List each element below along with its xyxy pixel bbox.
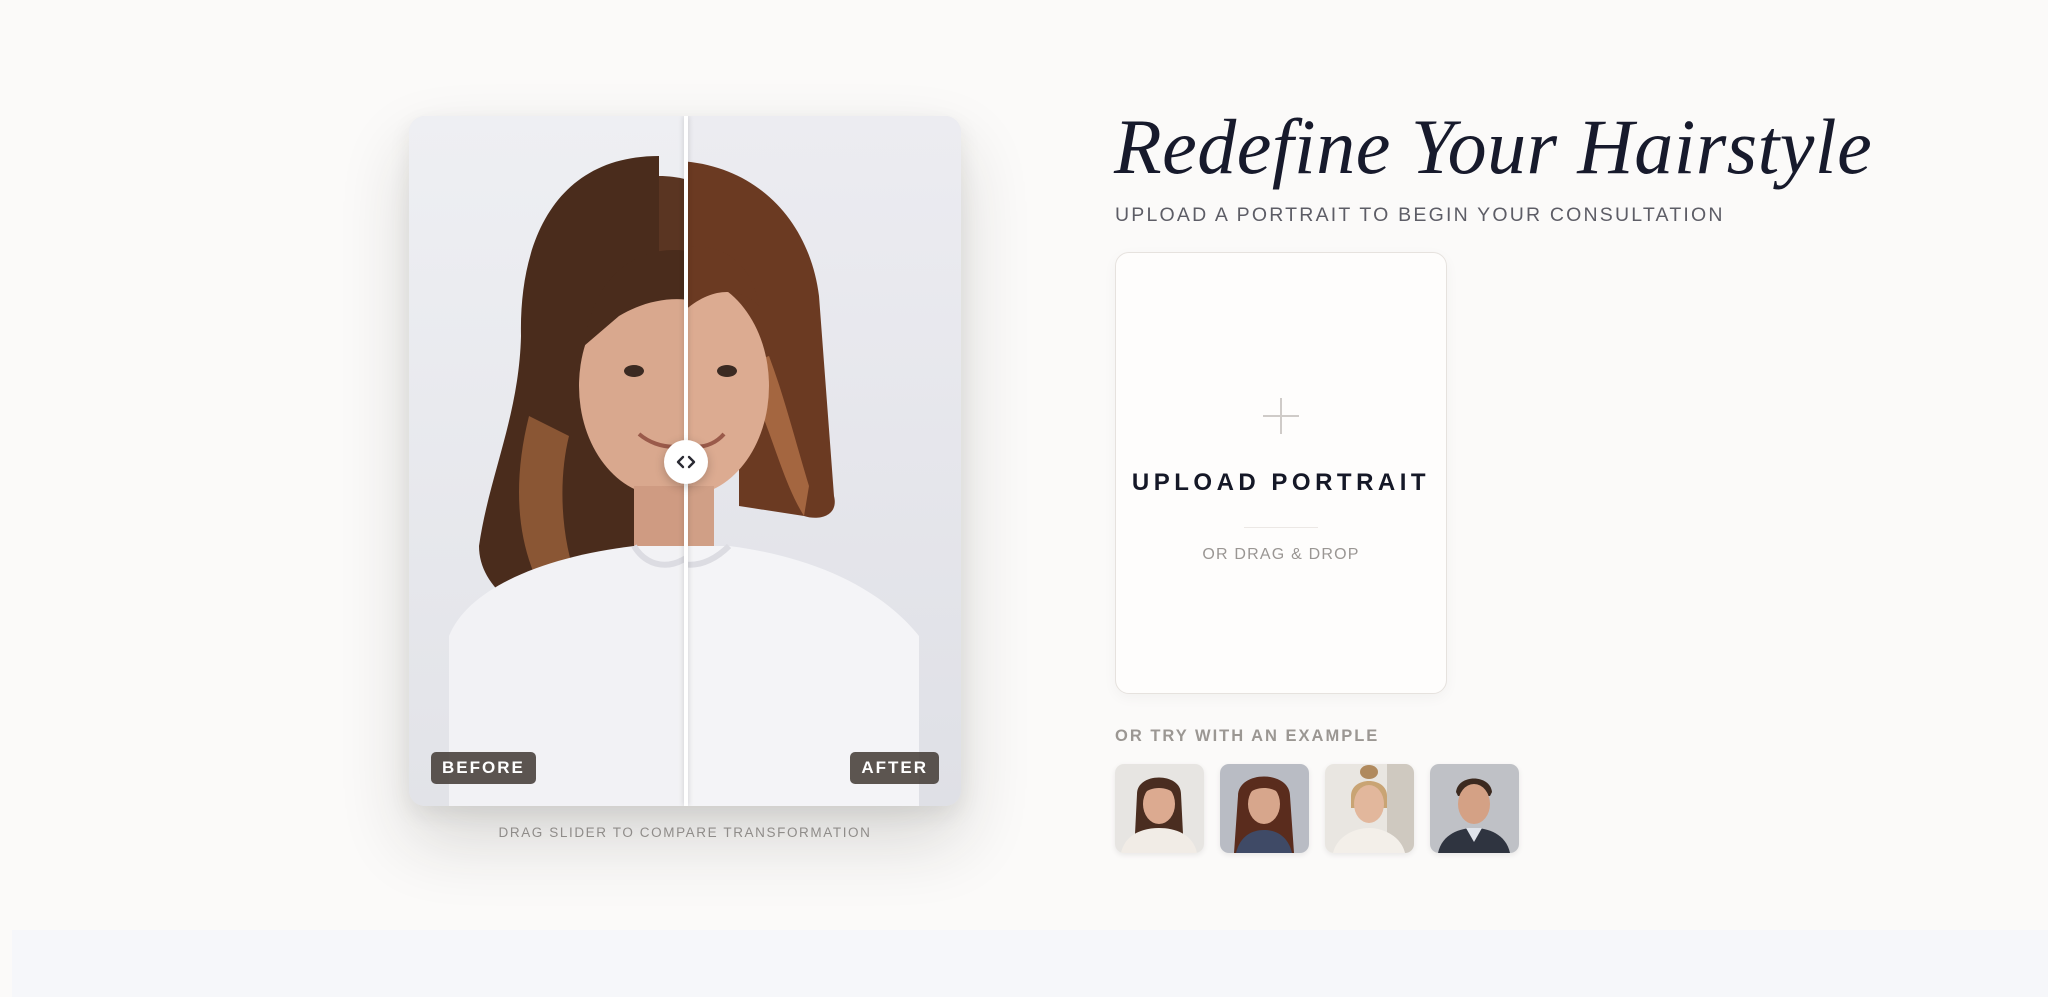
example-portrait-3-image (1325, 764, 1414, 853)
next-section-band (12, 930, 2048, 997)
example-thumbnail-2[interactable] (1220, 764, 1309, 853)
example-thumbnail-1[interactable] (1115, 764, 1204, 853)
upload-portrait-label: UPLOAD PORTRAIT (1131, 469, 1431, 496)
page-subtitle: UPLOAD A PORTRAIT TO BEGIN YOUR CONSULTA… (1115, 204, 1725, 226)
example-portrait-4-image (1430, 764, 1519, 853)
after-image (686, 116, 961, 806)
drag-drop-hint: OR DRAG & DROP (1202, 546, 1360, 563)
example-portrait-1-image (1115, 764, 1204, 853)
example-portrait-2-image (1220, 764, 1309, 853)
example-thumbnail-4[interactable] (1430, 764, 1519, 853)
plus-icon (1263, 398, 1299, 434)
before-tag: BEFORE (431, 752, 536, 784)
example-thumbnail-3[interactable] (1325, 764, 1414, 853)
compare-caption: DRAG SLIDER TO COMPARE TRANSFORMATION (498, 825, 872, 840)
upload-dropzone[interactable]: UPLOAD PORTRAIT OR DRAG & DROP (1115, 252, 1447, 694)
before-image (409, 116, 686, 806)
page-title: Redefine Your Hairstyle (1114, 103, 1873, 190)
portrait-after-illustration (686, 161, 919, 806)
examples-label: OR TRY WITH AN EXAMPLE (1115, 727, 1380, 745)
before-after-compare[interactable]: BEFORE AFTER (409, 116, 961, 806)
example-thumbnails (1115, 764, 1519, 853)
portrait-before-illustration (449, 156, 686, 806)
chevrons-left-right-icon (676, 455, 696, 469)
after-tag: AFTER (850, 752, 939, 784)
upload-divider (1244, 527, 1318, 528)
compare-slider-handle[interactable] (664, 440, 708, 484)
